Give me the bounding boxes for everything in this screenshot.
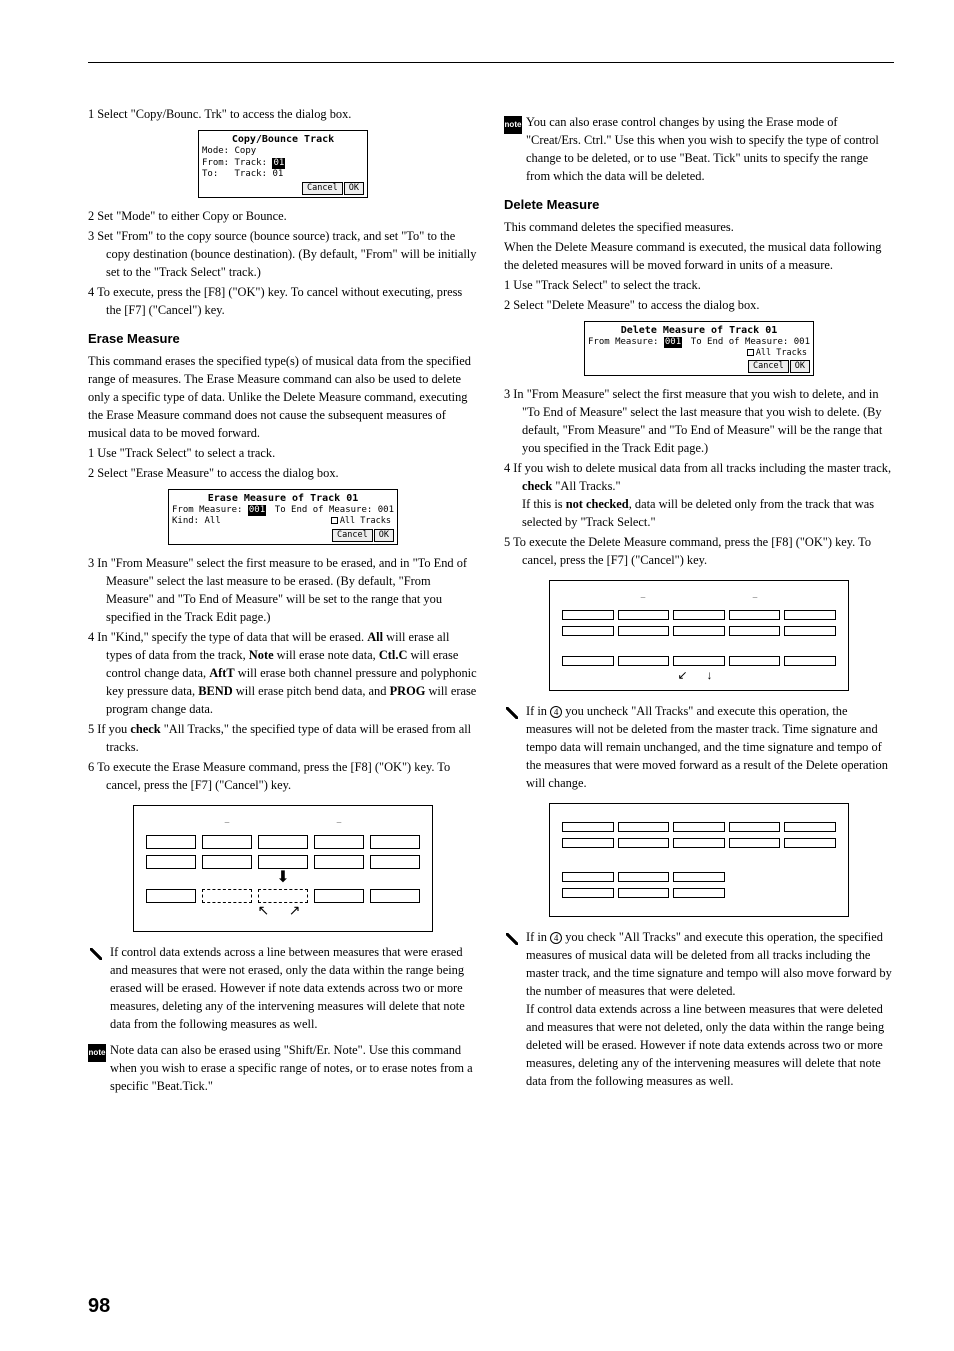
- copy-step-2: 2 Set "Mode" to either Copy or Bounce.: [88, 208, 478, 226]
- copy-step-1: 1 Select "Copy/Bounc. Trk" to access the…: [88, 106, 478, 124]
- note-block-right-top: note You can also erase control changes …: [504, 114, 894, 186]
- erase-step-6: 6 To execute the Erase Measure command, …: [88, 759, 478, 795]
- delete-diagram-1: –– ↙ ↓: [549, 580, 849, 691]
- warning-block-erase: If control data extends across a line be…: [88, 944, 478, 1034]
- cancel-button[interactable]: Cancel: [332, 529, 373, 542]
- arrow-diagonal-icons: ↙ ↓: [562, 670, 836, 680]
- copy-step-4: 4 To execute, press the [F8] ("OK") key.…: [88, 284, 478, 320]
- ok-button[interactable]: OK: [344, 182, 364, 195]
- dialog-buttons: CancelOK: [172, 529, 394, 542]
- dialog-row-from-to: From Measure: 001 To End of Measure: 001: [172, 505, 394, 517]
- dialog-buttons: CancelOK: [588, 360, 810, 373]
- dialog-to-row: To: Track: 01: [202, 169, 364, 181]
- ok-button[interactable]: OK: [374, 529, 394, 542]
- warning-text: If in 4 you check "All Tracks" and execu…: [526, 929, 894, 1091]
- page-rule: [88, 62, 894, 63]
- warning-block-delete-2: If in 4 you check "All Tracks" and execu…: [504, 929, 894, 1091]
- two-column-layout: 1 Select "Copy/Bounc. Trk" to access the…: [88, 106, 894, 1104]
- dialog-title: Copy/Bounce Track: [202, 133, 364, 146]
- pencil-icon: [504, 931, 522, 949]
- delete-step-5: 5 To execute the Delete Measure command,…: [504, 534, 894, 570]
- warning-block-delete-1: If in 4 you uncheck "All Tracks" and exe…: [504, 703, 894, 793]
- delete-intro-1: This command deletes the specified measu…: [504, 219, 894, 237]
- dialog-mode-row: Mode: Copy: [202, 146, 364, 158]
- cancel-button[interactable]: Cancel: [748, 360, 789, 373]
- note-text: You can also erase control changes by us…: [526, 114, 894, 186]
- note-icon: note: [504, 116, 522, 134]
- note-text: Note data can also be erased using "Shif…: [110, 1042, 478, 1096]
- delete-step-4: 4 If you wish to delete musical data fro…: [504, 460, 894, 532]
- delete-measure-heading: Delete Measure: [504, 196, 894, 215]
- erase-measure-dialog: Erase Measure of Track 01 From Measure: …: [168, 489, 398, 545]
- erase-diagram: –– ⬇ ↖ ↗: [133, 805, 433, 932]
- pencil-icon: [88, 946, 106, 964]
- dialog-row-from-to: From Measure: 001 To End of Measure: 001: [588, 337, 810, 349]
- erase-step-4: 4 In "Kind," specify the type of data th…: [88, 629, 478, 719]
- delete-step-3: 3 In "From Measure" select the first mea…: [504, 386, 894, 458]
- checkbox-icon[interactable]: [331, 517, 338, 524]
- copy-bounce-dialog: Copy/Bounce Track Mode: Copy From: Track…: [198, 130, 368, 198]
- column-right: note You can also erase control changes …: [504, 106, 894, 1104]
- delete-step-1: 1 Use "Track Select" to select the track…: [504, 277, 894, 295]
- delete-intro-2: When the Delete Measure command is execu…: [504, 239, 894, 275]
- dialog-title: Erase Measure of Track 01: [172, 492, 394, 505]
- warning-text: If control data extends across a line be…: [110, 944, 478, 1034]
- arrow-diagonal-icons: ↖ ↗: [146, 907, 420, 917]
- dialog-alltracks-row: All Tracks: [588, 348, 810, 359]
- copy-step-3: 3 Set "From" to the copy source (bounce …: [88, 228, 478, 282]
- dialog-from-row: From: Track: 01: [202, 158, 364, 170]
- erase-step-1: 1 Use "Track Select" to select a track.: [88, 445, 478, 463]
- note-icon: note: [88, 1044, 106, 1062]
- dialog-row-kind: Kind: All All Tracks: [172, 516, 394, 528]
- erase-step-3: 3 In "From Measure" select the first mea…: [88, 555, 478, 627]
- checkbox-icon[interactable]: [747, 349, 754, 356]
- note-block-erase: note Note data can also be erased using …: [88, 1042, 478, 1096]
- erase-step-5: 5 If you check "All Tracks," the specifi…: [88, 721, 478, 757]
- dialog-buttons: CancelOK: [202, 182, 364, 195]
- erase-step-2: 2 Select "Erase Measure" to access the d…: [88, 465, 478, 483]
- delete-step-2: 2 Select "Delete Measure" to access the …: [504, 297, 894, 315]
- pencil-icon: [504, 705, 522, 723]
- warning-text: If in 4 you uncheck "All Tracks" and exe…: [526, 703, 894, 793]
- page-number: 98: [88, 1292, 110, 1321]
- erase-measure-heading: Erase Measure: [88, 330, 478, 349]
- ok-button[interactable]: OK: [790, 360, 810, 373]
- delete-diagram-2: [549, 803, 849, 917]
- dialog-title: Delete Measure of Track 01: [588, 324, 810, 337]
- cancel-button[interactable]: Cancel: [302, 182, 343, 195]
- erase-measure-intro: This command erases the specified type(s…: [88, 353, 478, 443]
- arrow-down-icon: ⬇: [146, 873, 420, 883]
- delete-measure-dialog: Delete Measure of Track 01 From Measure:…: [584, 321, 814, 377]
- column-left: 1 Select "Copy/Bounc. Trk" to access the…: [88, 106, 478, 1104]
